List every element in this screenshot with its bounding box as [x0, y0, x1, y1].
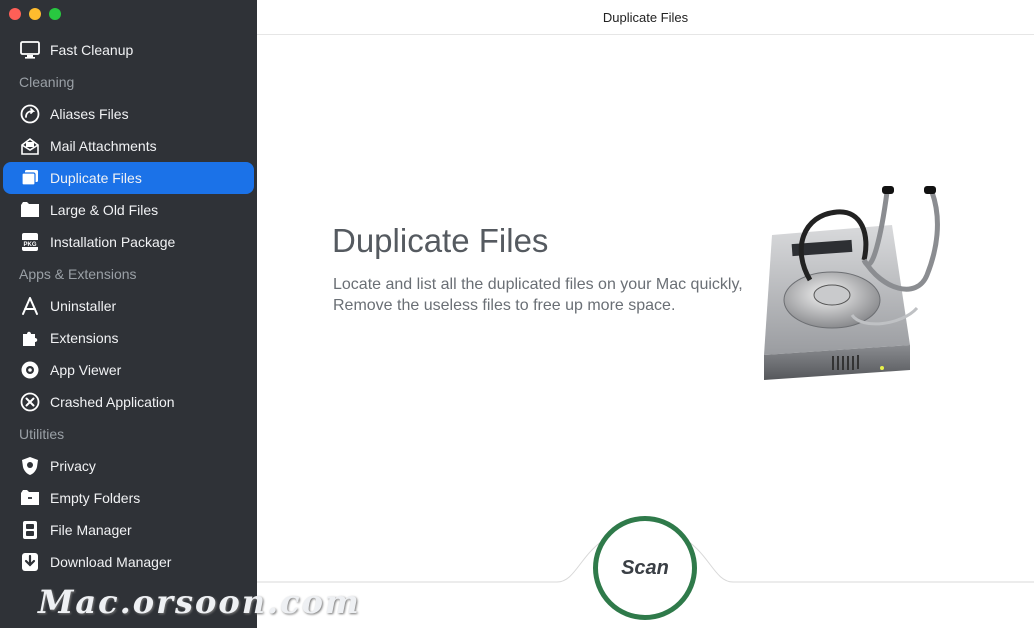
folder-icon — [19, 199, 41, 221]
app-viewer-icon — [19, 359, 41, 381]
sidebar-item-large-old-files[interactable]: Large & Old Files — [0, 194, 257, 226]
window-title: Duplicate Files — [257, 0, 1034, 35]
scan-button[interactable]: Scan — [593, 516, 697, 620]
svg-text:PKG: PKG — [23, 242, 36, 248]
zoom-window-button[interactable] — [49, 8, 61, 20]
sidebar-item-installation-package[interactable]: PKG Installation Package — [0, 226, 257, 258]
sidebar-item-label: Large & Old Files — [50, 202, 159, 218]
pkg-icon: PKG — [19, 231, 41, 253]
sidebar-item-fast-cleanup[interactable]: Fast Cleanup — [0, 34, 257, 66]
alias-icon — [19, 103, 41, 125]
empty-folder-icon — [19, 487, 41, 509]
app-store-icon — [19, 295, 41, 317]
sidebar-item-label: Aliases Files — [50, 106, 129, 122]
page-description: Locate and list all the duplicated files… — [333, 276, 743, 314]
sidebar-item-label: App Viewer — [50, 362, 122, 378]
sidebar-item-label: Installation Package — [50, 234, 176, 250]
minimize-window-button[interactable] — [29, 8, 41, 20]
shield-icon — [19, 455, 41, 477]
window-controls — [9, 8, 61, 20]
mail-attachment-icon — [19, 135, 41, 157]
sidebar-item-label: Fast Cleanup — [50, 42, 134, 58]
duplicate-files-icon — [19, 167, 41, 189]
sidebar-item-download-manager[interactable]: Download Manager — [0, 546, 257, 578]
puzzle-icon — [19, 327, 41, 349]
sidebar-item-label: Duplicate Files — [50, 170, 142, 186]
sidebar: Fast Cleanup Cleaning Aliases Files Mail… — [0, 0, 257, 628]
section-apps-extensions: Apps & Extensions — [19, 266, 137, 282]
section-cleaning: Cleaning — [19, 74, 75, 90]
sidebar-item-extensions[interactable]: Extensions — [0, 322, 257, 354]
page-title: Duplicate Files — [332, 222, 549, 259]
sidebar-item-mail-attachments[interactable]: Mail Attachments — [0, 130, 257, 162]
monitor-icon — [19, 39, 41, 61]
sidebar-item-file-manager[interactable]: File Manager — [0, 514, 257, 546]
sidebar-nav: Fast Cleanup Cleaning Aliases Files Mail… — [0, 34, 257, 578]
sidebar-item-label: Extensions — [50, 330, 119, 346]
disk-utility-illustration — [752, 180, 962, 390]
section-utilities: Utilities — [19, 426, 65, 442]
sidebar-item-duplicate-files[interactable]: Duplicate Files — [3, 162, 254, 194]
file-manager-icon — [19, 519, 41, 541]
sidebar-item-label: Uninstaller — [50, 298, 117, 314]
sidebar-item-label: Empty Folders — [50, 490, 141, 506]
crash-icon — [19, 391, 41, 413]
scan-button-label: Scan — [621, 556, 669, 579]
sidebar-item-label: Crashed Application — [50, 394, 175, 410]
sidebar-item-label: Privacy — [50, 458, 96, 474]
close-window-button[interactable] — [9, 8, 21, 20]
watermark: Mac.orsoon.com — [38, 583, 361, 621]
sidebar-item-app-viewer[interactable]: App Viewer — [0, 354, 257, 386]
sidebar-item-label: File Manager — [50, 522, 132, 538]
download-icon — [19, 551, 41, 573]
sidebar-item-label: Mail Attachments — [50, 138, 157, 154]
sidebar-item-empty-folders[interactable]: Empty Folders — [0, 482, 257, 514]
sidebar-item-aliases-files[interactable]: Aliases Files — [0, 98, 257, 130]
main-panel: Duplicate Files Duplicate Files Locate a… — [257, 0, 1034, 628]
app-window: Fast Cleanup Cleaning Aliases Files Mail… — [0, 0, 1034, 628]
sidebar-item-crashed-application[interactable]: Crashed Application — [0, 386, 257, 418]
sidebar-item-uninstaller[interactable]: Uninstaller — [0, 290, 257, 322]
sidebar-item-privacy[interactable]: Privacy — [0, 450, 257, 482]
sidebar-item-label: Download Manager — [50, 554, 172, 570]
